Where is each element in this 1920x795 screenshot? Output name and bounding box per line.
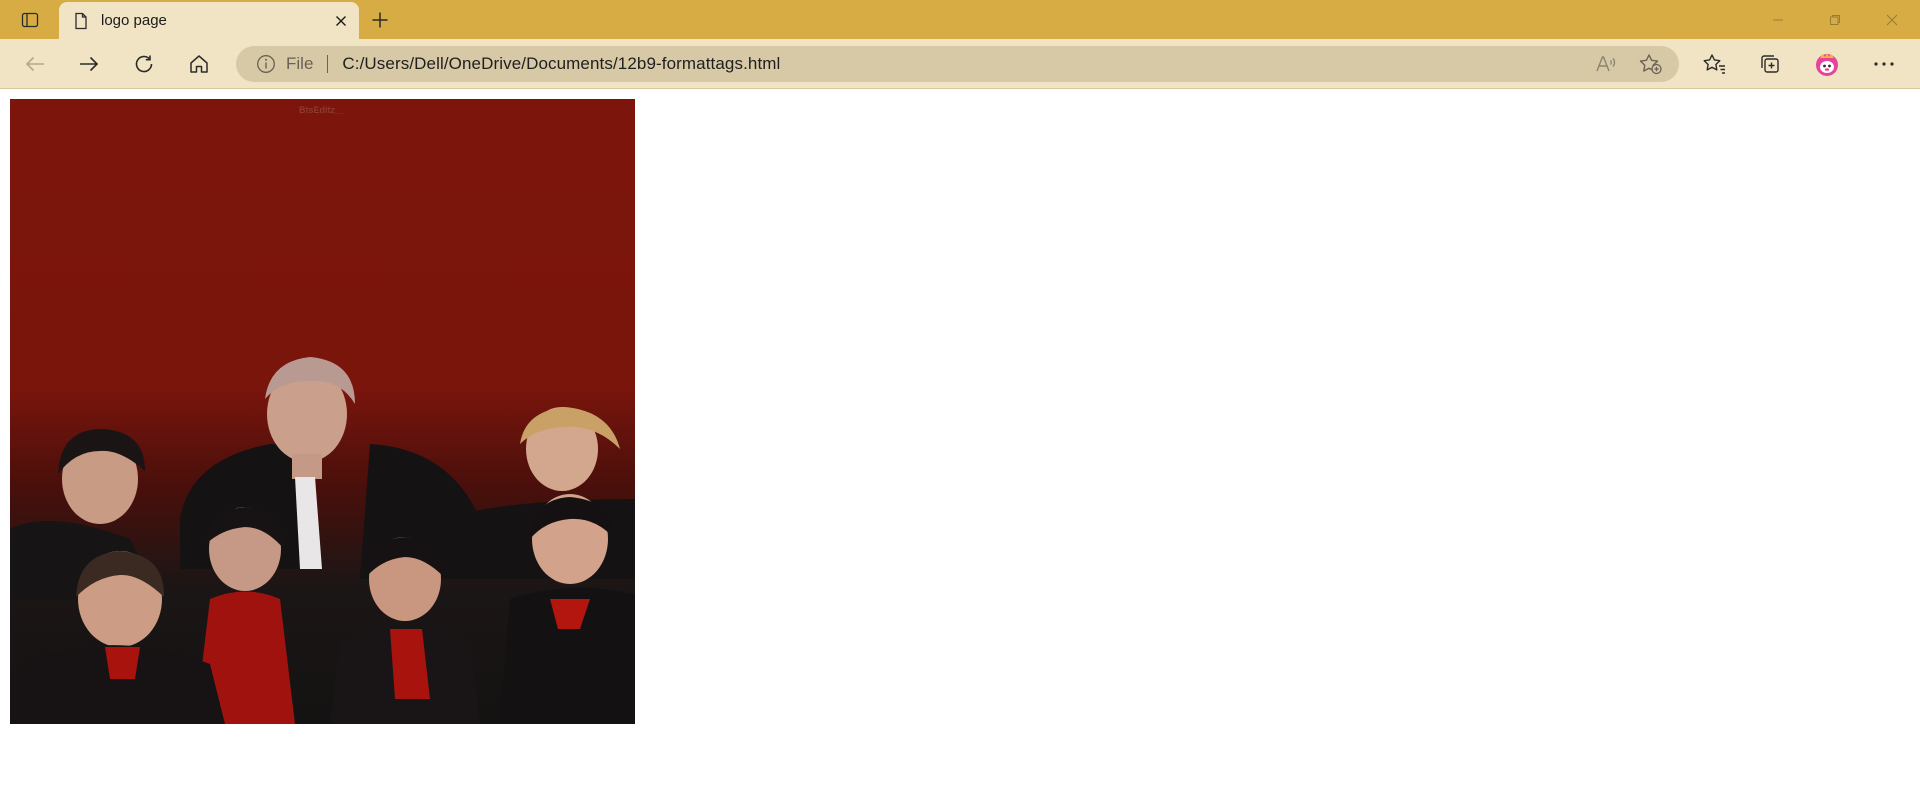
tab-actions-icon [21,12,39,28]
back-button[interactable] [17,47,53,81]
tab-close-button[interactable] [331,11,351,31]
refresh-icon [135,55,153,73]
forward-button[interactable] [71,47,107,81]
forward-arrow-icon [80,56,99,72]
plus-icon [372,12,388,28]
browser-tab-active[interactable]: logo page [59,2,359,39]
site-info-button[interactable]: File [256,54,313,74]
profile-avatar-icon [1816,53,1838,76]
close-icon [1886,14,1897,25]
address-scheme: File [286,54,314,73]
image-watermark: BtsEditz__ [299,105,346,115]
address-url[interactable]: C:/Users/Dell/OneDrive/Documents/12b9-fo… [342,54,780,74]
collections-button[interactable] [1752,47,1788,81]
window-close-button[interactable] [1863,0,1920,39]
minimize-button[interactable] [1749,0,1806,39]
address-bar[interactable]: File C:/Users/Dell/OneDrive/Documents/12… [236,46,1679,82]
more-icon [1874,62,1894,66]
minimize-icon [1772,19,1783,20]
add-favorite-icon [1639,54,1662,75]
new-tab-button[interactable] [366,6,394,34]
window-controls [1749,0,1920,39]
browser-titlebar: logo page [0,0,1920,39]
tab-actions-button[interactable] [12,7,48,33]
read-aloud-icon [1596,56,1616,72]
page-viewport: BtsEditz__ [0,90,1920,795]
page-icon [75,12,87,29]
group-photo-image: BtsEditz__ [10,99,635,724]
profile-button[interactable] [1809,47,1845,81]
back-arrow-icon [25,56,44,72]
settings-menu-button[interactable] [1866,47,1902,81]
home-icon [190,55,208,73]
home-button[interactable] [181,47,217,81]
read-aloud-button[interactable] [1591,50,1621,78]
info-icon [257,55,275,73]
add-favorite-button[interactable] [1636,50,1666,78]
address-separator [327,55,329,73]
restore-icon [1829,14,1840,25]
browser-toolbar: File C:/Users/Dell/OneDrive/Documents/12… [0,39,1920,89]
tab-title: logo page [101,12,167,29]
refresh-button[interactable] [126,47,162,81]
close-icon [336,16,346,26]
favorites-button[interactable] [1697,47,1733,81]
restore-button[interactable] [1806,0,1863,39]
favorites-icon [1703,54,1725,74]
collections-icon [1761,55,1779,73]
